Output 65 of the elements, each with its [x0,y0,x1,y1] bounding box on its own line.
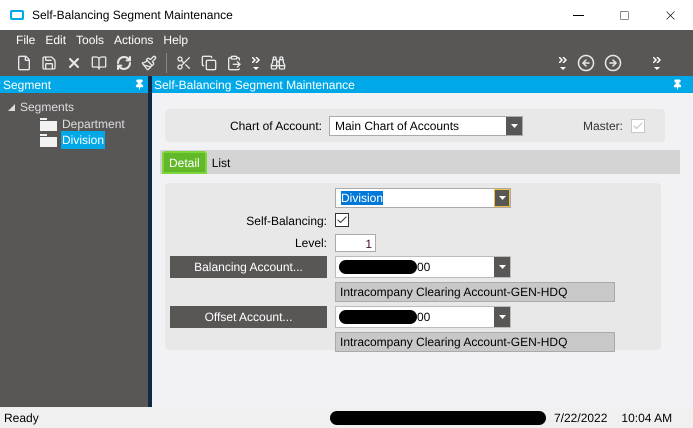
account-field[interactable]: 00 [335,306,511,328]
status-date: 7/22/2022 [554,410,608,426]
expander-icon[interactable] [8,104,15,110]
menu-item[interactable]: Tools [76,31,104,49]
app-icon [10,10,24,20]
account-description: Intracompany Clearing Account-GEN-HDQ [335,282,615,302]
maximize-icon [618,10,630,20]
self-balancing-checkbox[interactable] [335,213,349,227]
menu-item[interactable]: Edit [45,31,66,49]
master-label: Master: [582,118,623,134]
account-value: 00 [417,309,432,326]
dropdown-button[interactable] [494,189,510,207]
tab[interactable]: List [206,151,236,174]
dropdown-button[interactable] [506,116,522,134]
copy-icon[interactable] [201,55,217,71]
caret-icon [498,265,506,269]
panel-title: Self-Balancing Segment Maintenance [154,76,355,94]
chart-dropdown[interactable]: Main Chart of Accounts [329,116,523,136]
account-field[interactable]: 00 [335,256,511,278]
refresh-icon[interactable] [116,55,132,71]
minimize-icon [572,14,584,16]
menu-item[interactable]: File [16,31,36,49]
folder-icon [40,118,57,130]
check-icon [336,214,348,226]
caret-icon [498,315,506,319]
pin-icon[interactable] [134,79,145,90]
window-title: Self-Balancing Segment Maintenance [32,7,234,24]
segment-value: Division [341,191,384,205]
self-balancing-label: Self-Balancing: [245,213,327,230]
account-lookup-button[interactable]: Offset Account... [170,306,327,328]
save-icon[interactable] [41,55,57,71]
menu-item[interactable]: Help [163,31,188,49]
tree-item[interactable]: Segments [19,98,76,116]
caret-icon [498,196,506,200]
overflow-icon[interactable] [652,56,662,70]
chart-label: Chart of Account: [228,118,323,134]
status-text: Ready [4,410,40,426]
menu-item[interactable]: Actions [114,31,154,49]
chart-value: Main Chart of Accounts [334,118,460,134]
folder-icon [40,134,57,146]
brush-icon[interactable] [141,55,157,71]
check-icon [632,120,644,132]
book-icon[interactable] [91,55,107,71]
tree-item[interactable]: Department [61,115,126,133]
level-label: Level: [294,235,327,252]
cut-icon[interactable] [176,55,192,71]
delete-icon[interactable] [66,55,82,71]
new-icon[interactable] [16,55,32,71]
back-icon[interactable] [577,54,595,72]
dropdown-button[interactable] [494,307,510,327]
status-time: 10:04 AM [621,410,672,426]
forward-icon[interactable] [604,54,622,72]
level-field[interactable]: 1 [335,234,376,252]
pin-icon[interactable] [672,79,683,90]
caret-icon [510,124,518,128]
account-lookup-button[interactable]: Balancing Account... [170,256,327,278]
overflow-icon[interactable] [558,56,568,70]
sidebar-title: Segment [3,76,52,94]
segment-dropdown[interactable]: Division [335,188,511,208]
overflow-icon[interactable] [251,56,261,70]
dropdown-button[interactable] [494,257,510,277]
search-icon[interactable] [270,55,286,71]
paste-icon[interactable] [226,55,242,71]
account-description: Intracompany Clearing Account-GEN-HDQ [335,332,615,352]
account-value: 00 [417,259,432,276]
